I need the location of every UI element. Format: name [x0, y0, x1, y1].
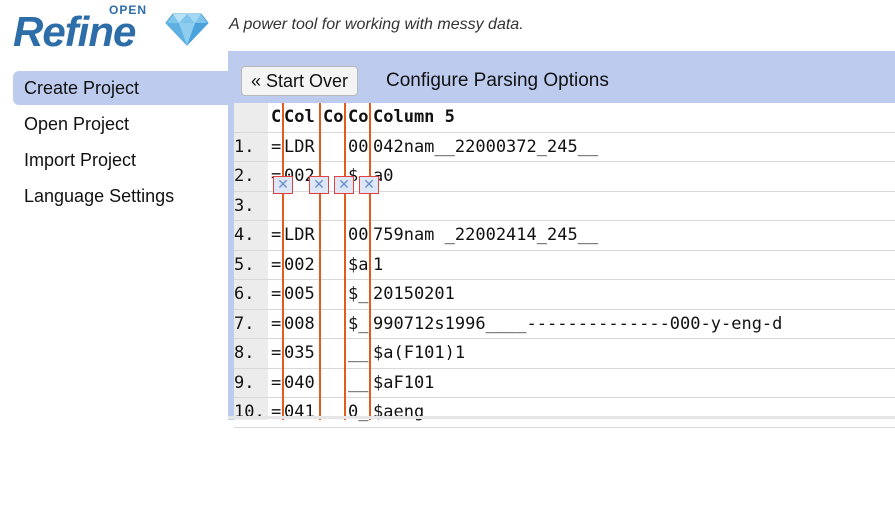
cell-col-2: LDR	[284, 136, 315, 157]
preview-row: 7. = 008 $_ 990712s1996____--------------000…	[234, 310, 895, 339]
row-number: 3.	[234, 195, 255, 216]
sidebar-nav: Create Project Open Project Import Proje…	[13, 71, 229, 215]
cell-col-2: 035	[284, 343, 315, 363]
start-over-button[interactable]: « Start Over	[241, 66, 359, 96]
remove-divider-1-icon[interactable]: ✕	[273, 176, 293, 194]
preview-table: C Col Co Co Column 5 1. = LDR 00 042nam__220…	[234, 103, 895, 428]
panel-title: Configure Parsing Options	[386, 70, 609, 91]
cell-col-2: 005	[284, 284, 315, 304]
cell-col-5: 990712s1996____--------------000-y-eng-d	[373, 313, 783, 334]
cell-col-5: $aeng	[373, 402, 425, 422]
cell-col-2: 002	[284, 254, 315, 275]
row-number: 1.	[234, 136, 255, 157]
logo-refine-text: Refine	[13, 8, 136, 55]
remove-divider-4-icon[interactable]: ✕	[359, 176, 379, 194]
column-divider[interactable]	[282, 103, 284, 420]
preview-row: 5. = 002 $a 1	[234, 251, 895, 280]
cell-col-2: 041	[284, 402, 315, 422]
nav-item-create-project[interactable]: Create Project	[13, 71, 229, 105]
cell-col-2: LDR	[284, 225, 315, 245]
column-divider[interactable]	[319, 103, 321, 420]
remove-divider-2-icon[interactable]: ✕	[309, 176, 329, 194]
preview-header-row: C Col Co Co Column 5	[234, 103, 895, 133]
nav-item-open-project[interactable]: Open Project	[13, 107, 229, 141]
panel-bottom-border	[228, 416, 895, 419]
column-header-2: Col	[284, 107, 315, 127]
openrefine-logo: OPEN Refine	[13, 3, 213, 55]
parsing-preview-panel: C Col Co Co Column 5 1. = LDR 00 042nam__220…	[228, 103, 895, 428]
preview-row: 8. = 035 __ $a(F101)1	[234, 339, 895, 369]
panel-header: « Start Over Configure Parsing Options	[228, 51, 895, 103]
cell-col-2: 008	[284, 313, 315, 334]
row-number: 4.	[234, 225, 255, 245]
cell-col-5: 042nam__22000372_245__	[373, 136, 599, 157]
cell-col-5: 20150201	[373, 284, 455, 304]
cell-col-5: $a(F101)1	[373, 343, 466, 363]
cell-col-5: a0	[373, 166, 394, 186]
row-number: 7.	[234, 313, 255, 334]
preview-row: 4. = LDR 00 759nam _22002414_245__	[234, 221, 895, 251]
remove-divider-3-icon[interactable]: ✕	[334, 176, 354, 194]
cell-col-2: 040	[284, 372, 315, 393]
row-number: 9.	[234, 372, 255, 393]
preview-row: 3.	[234, 192, 895, 221]
diamond-icon	[165, 13, 209, 46]
preview-row: 6. = 005 $_ 20150201	[234, 280, 895, 310]
tagline: A power tool for working with messy data…	[229, 16, 524, 33]
row-number: 6.	[234, 284, 255, 304]
column-divider[interactable]	[369, 103, 371, 420]
nav-item-language-settings[interactable]: Language Settings	[13, 179, 229, 213]
preview-row: 1. = LDR 00 042nam__22000372_245__	[234, 133, 895, 162]
column-header-5: Column 5	[373, 107, 455, 127]
preview-row: 9. = 040 __ $aF101	[234, 369, 895, 398]
row-number: 8.	[234, 343, 255, 363]
column-divider[interactable]	[344, 103, 346, 420]
nav-item-import-project[interactable]: Import Project	[13, 143, 229, 177]
cell-col-5: 759nam _22002414_245__	[373, 225, 599, 245]
cell-col-5: 1	[373, 254, 384, 275]
preview-row: 10. = 041 0_ $aeng	[234, 398, 895, 428]
row-number: 10.	[234, 402, 265, 422]
cell-col-5: $aF101	[373, 372, 435, 393]
row-number: 5.	[234, 254, 255, 275]
row-number: 2.	[234, 166, 255, 186]
